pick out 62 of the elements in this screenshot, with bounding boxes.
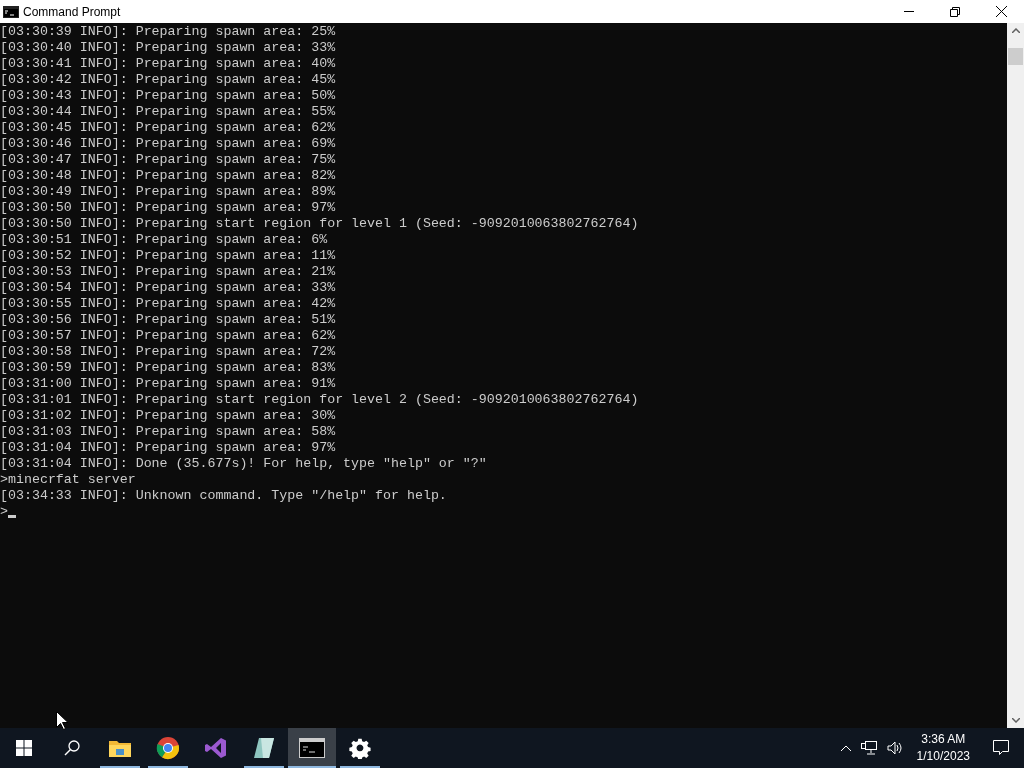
console-line: [03:30:40 INFO]: Preparing spawn area: 33% bbox=[0, 40, 336, 56]
terminal-icon bbox=[3, 5, 19, 18]
console-line: [03:30:47 INFO]: Preparing spawn area: 75% bbox=[0, 152, 336, 168]
console-line: [03:31:03 INFO]: Preparing spawn area: 58% bbox=[0, 424, 336, 440]
console-line: [03:30:51 INFO]: Preparing spawn area: 6% bbox=[0, 232, 328, 248]
browser-icon bbox=[156, 736, 180, 760]
terminal-icon bbox=[299, 738, 325, 758]
console-line: [03:31:02 INFO]: Preparing spawn area: 30% bbox=[0, 408, 336, 424]
window-title: Command Prompt bbox=[23, 3, 121, 21]
running-indicator bbox=[340, 766, 380, 768]
console-line: [03:30:53 INFO]: Preparing spawn area: 21% bbox=[0, 264, 336, 280]
speech-bubble-icon bbox=[993, 740, 1009, 756]
running-indicator bbox=[148, 766, 188, 768]
console-line: [03:31:01 INFO]: Preparing start region for level 2 (Seed: -9092010063802762764) bbox=[0, 392, 639, 408]
prompt: > bbox=[0, 504, 8, 520]
scroll-thumb[interactable] bbox=[1008, 48, 1023, 65]
console-line: [03:30:45 INFO]: Preparing spawn area: 62% bbox=[0, 120, 336, 136]
folder-icon bbox=[108, 738, 132, 758]
speaker-icon[interactable] bbox=[886, 741, 903, 755]
console-line: [03:30:42 INFO]: Preparing spawn area: 45% bbox=[0, 72, 336, 88]
console-line: >minecrfat server bbox=[0, 472, 136, 488]
running-indicator bbox=[100, 766, 140, 768]
console-line: [03:30:50 INFO]: Preparing spawn area: 97% bbox=[0, 200, 336, 216]
windows-logo-icon bbox=[16, 740, 32, 756]
console-line: [03:30:56 INFO]: Preparing spawn area: 51% bbox=[0, 312, 336, 328]
console-line: [03:30:57 INFO]: Preparing spawn area: 62% bbox=[0, 328, 336, 344]
clock-time: 3:36 AM bbox=[921, 731, 966, 748]
settings-icon bbox=[349, 737, 371, 759]
console-line: [03:30:48 INFO]: Preparing spawn area: 82% bbox=[0, 168, 336, 184]
infinity-logo-icon bbox=[204, 736, 228, 760]
console-line: [03:30:54 INFO]: Preparing spawn area: 33% bbox=[0, 280, 336, 296]
search-icon bbox=[64, 740, 80, 756]
running-indicator bbox=[244, 766, 284, 768]
console-line: [03:30:58 INFO]: Preparing spawn area: 72% bbox=[0, 344, 336, 360]
minimize-icon bbox=[904, 11, 914, 12]
clock-date: 1/10/2023 bbox=[916, 748, 970, 765]
text-cursor bbox=[8, 515, 16, 518]
mouse-pointer-icon bbox=[56, 711, 68, 730]
notepad-icon bbox=[252, 736, 276, 760]
clock[interactable]: 3:36 AM 1/10/2023 bbox=[908, 728, 978, 768]
scroll-up-icon[interactable] bbox=[1011, 28, 1020, 33]
taskbar-app[interactable] bbox=[288, 728, 336, 768]
network-icon[interactable] bbox=[860, 741, 877, 755]
console-line: [03:30:49 INFO]: Preparing spawn area: 89% bbox=[0, 184, 336, 200]
console-line: [03:30:52 INFO]: Preparing spawn area: 11% bbox=[0, 248, 336, 264]
console-line: [03:30:50 INFO]: Preparing start region for level 1 (Seed: -9092010063802762764) bbox=[0, 216, 639, 232]
console-line: [03:31:04 INFO]: Done (35.677s)! For help, type "help" or "?" bbox=[0, 456, 487, 472]
console-line: [03:30:44 INFO]: Preparing spawn area: 55% bbox=[0, 104, 336, 120]
restore-icon bbox=[950, 6, 960, 17]
console-line: [03:30:55 INFO]: Preparing spawn area: 42% bbox=[0, 296, 336, 312]
scroll-down-icon[interactable] bbox=[1011, 718, 1020, 723]
running-indicator bbox=[288, 766, 336, 768]
chevron-up-icon[interactable] bbox=[840, 745, 851, 751]
console-line: [03:31:04 INFO]: Preparing spawn area: 97% bbox=[0, 440, 336, 456]
console-line: [03:34:33 INFO]: Unknown command. Type "/help" for help. bbox=[0, 488, 447, 504]
console-line: [03:30:59 INFO]: Preparing spawn area: 83% bbox=[0, 360, 336, 376]
close-icon bbox=[995, 6, 1007, 17]
console-line: [03:30:46 INFO]: Preparing spawn area: 69% bbox=[0, 136, 336, 152]
console-line: [03:31:00 INFO]: Preparing spawn area: 91% bbox=[0, 376, 336, 392]
console-line: [03:30:43 INFO]: Preparing spawn area: 50% bbox=[0, 88, 336, 104]
console-line: [03:30:41 INFO]: Preparing spawn area: 40% bbox=[0, 56, 336, 72]
console-line: [03:30:39 INFO]: Preparing spawn area: 25% bbox=[0, 24, 336, 40]
